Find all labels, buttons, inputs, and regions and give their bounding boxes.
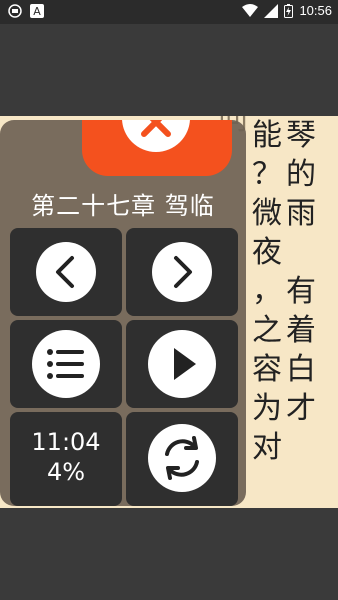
reading-progress: 4% [46, 458, 86, 486]
signal-icon [264, 3, 279, 18]
status-bar: A 10:56 [0, 0, 338, 24]
list-icon [32, 330, 100, 398]
table-of-contents-button[interactable] [10, 320, 122, 408]
status-time: 10:56 [299, 3, 332, 18]
rotate-icon [148, 424, 216, 492]
security-icon [8, 4, 22, 18]
bottom-dark-area [0, 508, 338, 600]
chapter-title: 第二十七章 驾临 [31, 192, 215, 220]
prev-chapter-button[interactable] [10, 228, 122, 316]
text-column: 琴 的 雨 有 着 白 才 [286, 118, 316, 426]
svg-text:A: A [33, 5, 41, 18]
play-button[interactable] [126, 320, 238, 408]
reading-clock: 11:04 [31, 428, 101, 456]
clock-battery-tile: 11:04 4% [10, 412, 122, 506]
close-button[interactable] [82, 120, 232, 176]
next-chapter-button[interactable] [126, 228, 238, 316]
top-dark-area [0, 24, 338, 116]
battery-icon [284, 3, 294, 18]
wifi-icon [242, 3, 259, 17]
app-a-icon: A [30, 4, 44, 18]
play-icon [148, 330, 216, 398]
close-icon [122, 120, 190, 152]
rotate-button[interactable] [126, 412, 238, 506]
chevron-right-icon [152, 242, 212, 302]
chevron-left-icon [36, 242, 96, 302]
text-column: 能 ？ 微 夜 ， 之 容 为 对 [252, 118, 282, 465]
reader-menu-panel: 第二十七章 驾临 11:04 4% [0, 120, 246, 506]
